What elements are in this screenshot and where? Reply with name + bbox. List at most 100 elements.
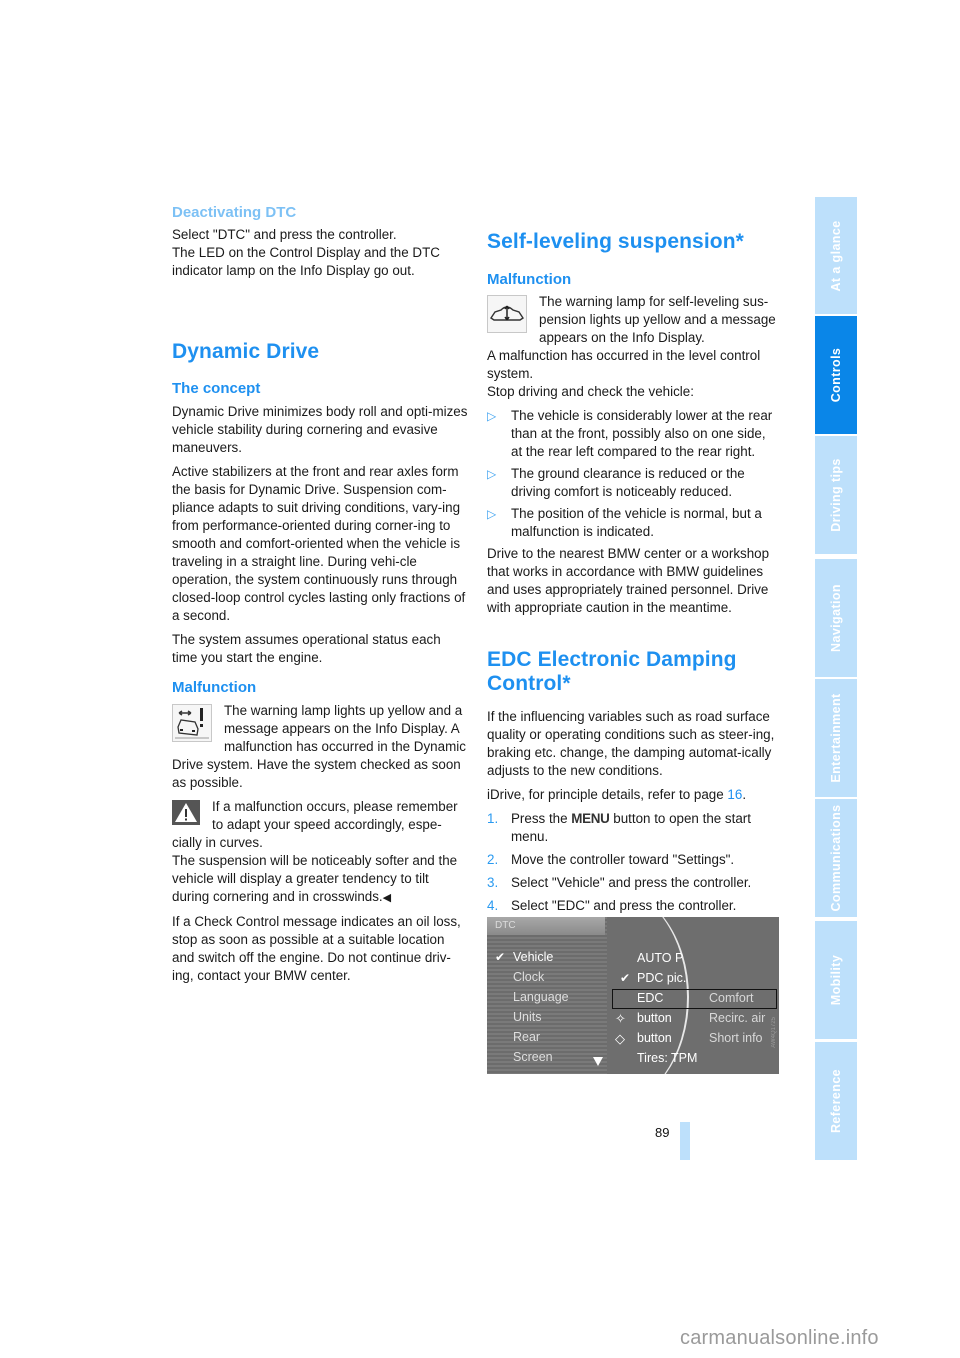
dynamic-drive-warning-lamp-icon	[172, 704, 212, 742]
end-mark-icon: ◀	[382, 892, 392, 904]
self-leveling-text-3: Stop driving and check the vehicle:	[487, 384, 694, 399]
control-display-screenshot: DTC ✔ Vehicle Clock Language Units Rear …	[487, 917, 779, 1074]
watermark: carmanualsonline.info	[680, 1327, 879, 1349]
step-text: Select "Vehicle" and press the controlle…	[511, 875, 752, 890]
tab-entertainment[interactable]: Entertainment	[815, 679, 857, 797]
step-item: 4. Select "EDC" and press the controller.	[487, 897, 779, 915]
self-leveling-closing: Drive to the nearest BMW center or a wor…	[487, 546, 770, 615]
menu-item-screen[interactable]: Screen	[513, 1050, 553, 1064]
concept-paragraph-1: Dynamic Drive minimizes body roll and op…	[172, 404, 468, 455]
self-leveling-lamp-text: The warning lamp for self-leveling sus-p…	[539, 294, 776, 345]
edc-intro: If the influencing variables such as roa…	[487, 709, 775, 778]
caution-text-continued: The suspension will be noticeably softer…	[172, 852, 468, 907]
tab-communications[interactable]: Communications	[815, 799, 857, 917]
dd-malfunction-heading: Malfunction	[172, 679, 257, 696]
option-auto-p[interactable]: AUTO P	[637, 951, 683, 965]
menu-item-language[interactable]: Language	[513, 990, 569, 1004]
step-text: Press the	[511, 811, 572, 826]
step-item: 2. Move the controller toward "Settings".	[487, 851, 779, 869]
self-leveling-title: Self-leveling suspension*	[487, 230, 744, 253]
bullet-item: ▷ The position of the vehicle is normal, …	[487, 505, 779, 541]
tab-mobility[interactable]: Mobility	[815, 921, 857, 1039]
deactivating-dtc-heading: Deactivating DTC	[172, 204, 297, 221]
self-leveling-bullets: ▷ The vehicle is considerably lower at th…	[487, 407, 779, 541]
idrive-ref-suffix: .	[742, 787, 747, 802]
tab-reference[interactable]: Reference	[815, 1042, 857, 1160]
option-diamond-button-value: Short info	[709, 1031, 763, 1045]
caution-text: If a malfunction occurs, please remember…	[172, 799, 458, 850]
dd-malfunction-text: The warning lamp lights up yellow and a …	[172, 703, 466, 790]
bullet-text: The vehicle is considerably lower at the…	[511, 408, 773, 459]
option-edc-value: Comfort	[709, 991, 754, 1005]
image-code: AW4Q1725	[771, 1017, 777, 1048]
step-item: 3. Select "Vehicle" and press the control…	[487, 874, 779, 892]
tab-controls[interactable]: Controls	[815, 316, 857, 434]
page-number-bar	[680, 1122, 690, 1160]
tab-label: Reference	[829, 1068, 843, 1134]
deactivating-dtc-section: Deactivating DTC Select "DTC" and press …	[172, 204, 468, 280]
deactivating-dtc-text: Select "DTC" and press the controller. T…	[172, 227, 440, 278]
scroll-down-arrow-icon[interactable]	[593, 1057, 603, 1066]
dd-malfunction-block: Malfunction The warning lamp lights up y…	[172, 679, 468, 985]
warning-triangle-icon	[172, 800, 200, 825]
check-icon: ✔	[495, 950, 506, 964]
page-16-link[interactable]: 16	[727, 787, 742, 802]
menu-item-rear[interactable]: Rear	[513, 1030, 540, 1044]
tab-label: Entertainment	[829, 693, 843, 783]
step-number: 2.	[487, 852, 499, 867]
bullet-arrow-icon: ▷	[487, 507, 497, 521]
tab-label: Navigation	[829, 584, 843, 652]
idrive-ref-text: iDrive, for principle details, refer to …	[487, 787, 728, 802]
option-pdc-pic[interactable]: PDC pic.	[637, 971, 686, 985]
self-leveling-malfunction-heading: Malfunction	[487, 271, 572, 288]
screen-header: DTC	[487, 917, 605, 935]
concept-block: The concept Dynamic Drive minimizes body…	[172, 380, 468, 667]
step-text: Move the controller toward "Settings".	[511, 852, 735, 867]
option-edc[interactable]: EDC	[637, 991, 663, 1005]
step-number: 1.	[487, 811, 499, 826]
self-leveling-malfunction-block: Malfunction The warning lamp for self-le…	[487, 271, 779, 617]
option-star-button[interactable]: button	[637, 1011, 672, 1025]
self-leveling-warning-lamp-icon	[487, 295, 527, 333]
tab-label: Driving tips	[829, 458, 843, 532]
concept-heading: The concept	[172, 380, 261, 397]
edc-idrive-ref: iDrive, for principle details, refer to …	[487, 786, 779, 804]
dynamic-drive-section: Dynamic Drive	[172, 340, 468, 364]
bullet-item: ▷ The vehicle is considerably lower at th…	[487, 407, 779, 461]
option-tires-tpm[interactable]: Tires: TPM	[637, 1051, 697, 1065]
tab-label: At a glance	[829, 219, 843, 292]
bullet-text: The ground clearance is reduced or the d…	[511, 466, 745, 499]
bullet-text: The position of the vehicle is normal, b…	[511, 506, 762, 539]
menu-button-glyph: MENU	[571, 811, 610, 826]
option-star-button-value: Recirc. air	[709, 1011, 766, 1025]
bullet-item: ▷ The ground clearance is reduced or the …	[487, 465, 779, 501]
check-icon: ✔	[620, 971, 631, 985]
tab-driving-tips[interactable]: Driving tips	[815, 436, 857, 554]
oil-loss-text: If a Check Control message indicates an …	[172, 914, 461, 983]
edc-section: EDC Electronic Damping Control* If the i…	[487, 648, 779, 920]
page-number: 89	[655, 1125, 670, 1140]
step-text: Select "EDC" and press the controller.	[511, 898, 737, 913]
concept-paragraph-3: The system assumes operational status ea…	[172, 632, 441, 665]
dynamic-drive-title: Dynamic Drive	[172, 340, 320, 363]
tab-label: Controls	[829, 347, 843, 403]
caution-text-2: The suspension will be noticeably softer…	[172, 853, 458, 904]
bullet-arrow-icon: ▷	[487, 467, 497, 481]
tab-label: Communications	[829, 804, 843, 912]
step-number: 4.	[487, 898, 499, 913]
menu-item-vehicle[interactable]: Vehicle	[513, 950, 553, 964]
star-button-icon: ✧	[615, 1011, 626, 1026]
tab-at-a-glance[interactable]: At a glance	[815, 197, 857, 314]
diamond-button-icon: ◇	[615, 1031, 625, 1046]
concept-paragraph-2: Active stabilizers at the front and rear…	[172, 464, 466, 623]
edc-steps: 1. Press the MENU button to open the star…	[487, 810, 779, 915]
tab-label: Mobility	[829, 954, 843, 1006]
tab-navigation[interactable]: Navigation	[815, 559, 857, 677]
menu-item-units[interactable]: Units	[513, 1010, 541, 1024]
step-number: 3.	[487, 875, 499, 890]
menu-item-clock[interactable]: Clock	[513, 970, 544, 984]
bullet-arrow-icon: ▷	[487, 409, 497, 423]
self-leveling-text-2: A malfunction has occurred in the level …	[487, 348, 761, 381]
option-diamond-button[interactable]: button	[637, 1031, 672, 1045]
step-item: 1. Press the MENU button to open the star…	[487, 810, 779, 846]
